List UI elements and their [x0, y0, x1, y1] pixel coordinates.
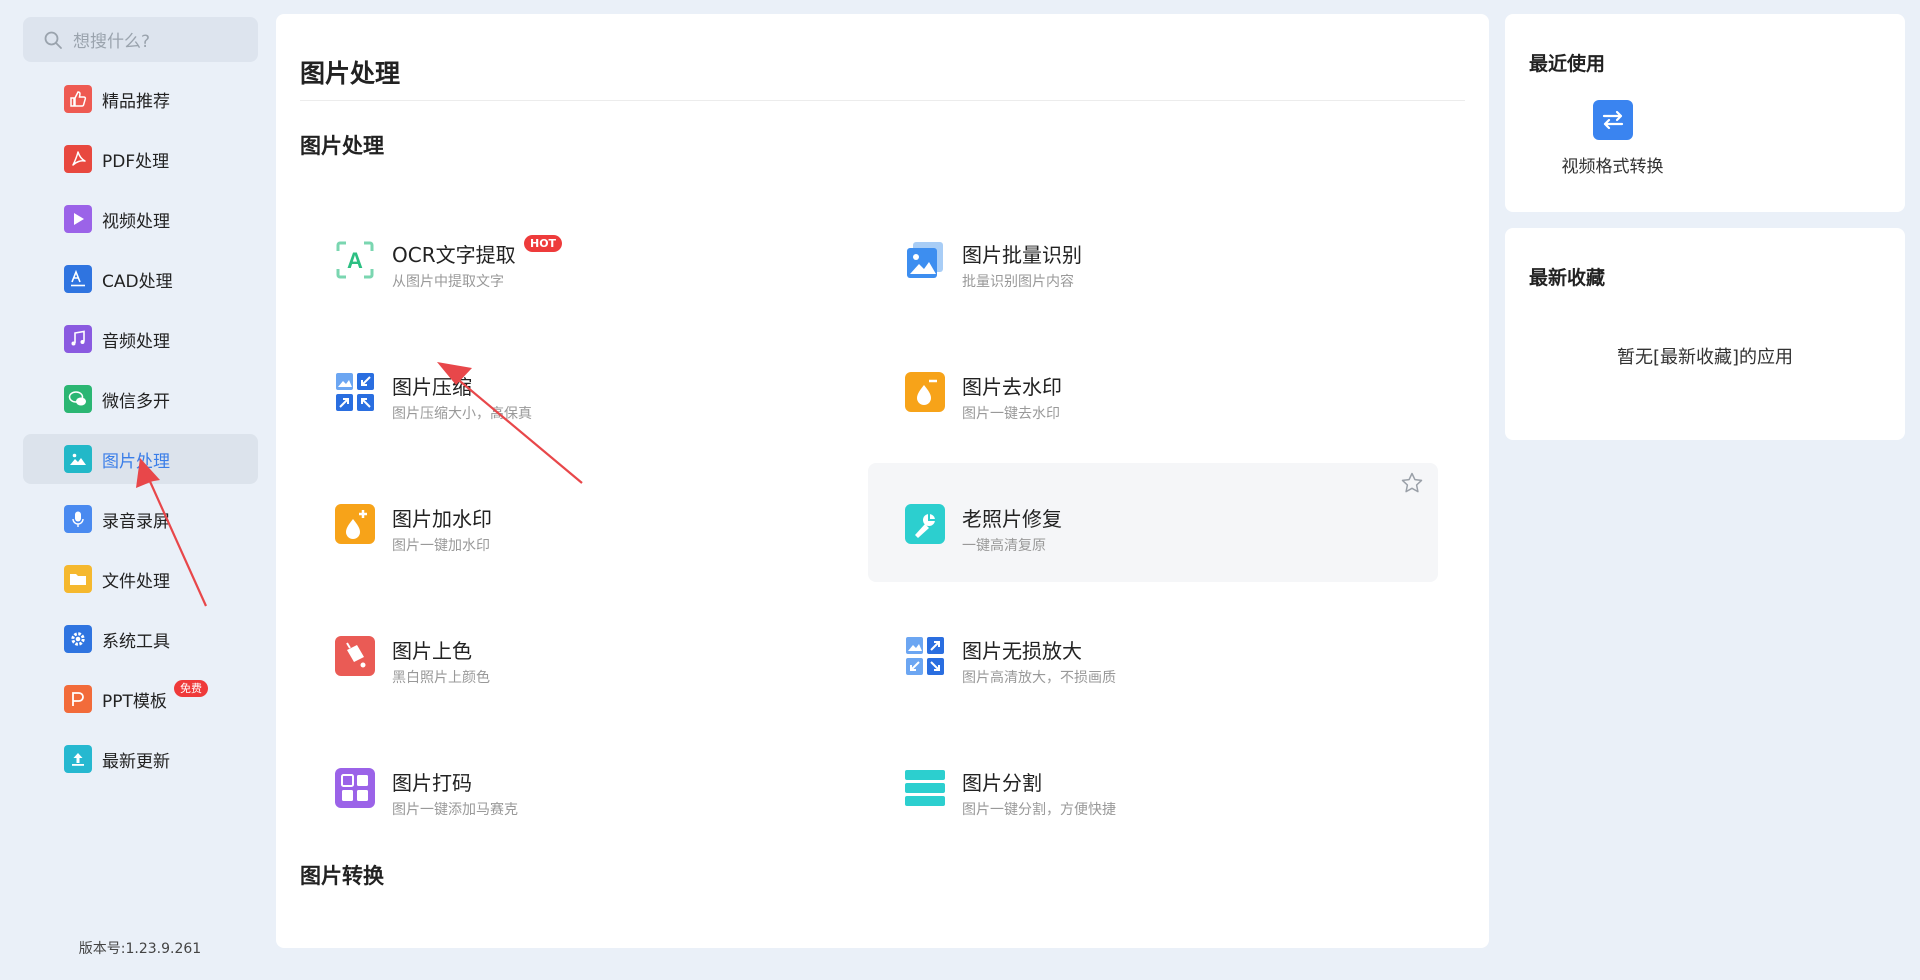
tool-name: 图片上色 — [392, 639, 472, 663]
tool-desc: 图片一键添加马赛克 — [392, 802, 518, 818]
tool-desc: 从图片中提取文字 — [392, 274, 504, 290]
sidebar-item-image[interactable]: 图片处理 — [23, 434, 258, 484]
add-watermark-icon — [335, 504, 375, 544]
sidebar-item-recording[interactable]: 录音录屏 — [23, 494, 258, 544]
sidebar-item-system[interactable]: 系统工具 — [23, 614, 258, 664]
sidebar-item-updates[interactable]: 最新更新 — [23, 734, 258, 784]
tool-name: 图片无损放大 — [962, 639, 1082, 663]
favorite-star-icon[interactable] — [1400, 471, 1424, 495]
tool-name: OCR文字提取 — [392, 243, 516, 267]
version-label: 版本号:1.23.9.261 — [78, 941, 202, 957]
main-panel: 图片处理 图片处理 A OCR文字提取 HOT 从图片中提取文字 图片批量识别 … — [276, 14, 1489, 948]
tool-desc: 图片一键分割，方便快捷 — [962, 802, 1116, 818]
colorize-icon — [335, 636, 375, 676]
ppt-icon — [64, 685, 92, 713]
ocr-icon: A — [335, 240, 375, 280]
batch-image-icon — [905, 240, 945, 280]
sidebar-item-video[interactable]: 视频处理 — [23, 194, 258, 244]
convert-icon — [1592, 100, 1633, 140]
section-title-image-processing: 图片处理 — [300, 134, 384, 158]
svg-text:A: A — [347, 248, 363, 273]
search-box[interactable]: 想搜什么? — [23, 17, 258, 62]
tool-name: 图片压缩 — [392, 375, 472, 399]
recent-title: 最近使用 — [1529, 53, 1606, 75]
section-title-image-conversion: 图片转换 — [300, 864, 384, 888]
sidebar-item-label: 录音录屏 — [102, 511, 170, 532]
sidebar-item-label: 音频处理 — [102, 331, 170, 352]
enlarge-icon — [905, 636, 945, 676]
sidebar-item-recommended[interactable]: 精品推荐 — [23, 74, 258, 124]
sidebar-nav: 精品推荐 PDF处理 视频处理 CAD处理 音频处理 微信多开 图片处理 录音录… — [23, 74, 258, 794]
play-icon — [64, 205, 92, 233]
sidebar-item-pdf[interactable]: PDF处理 — [23, 134, 258, 184]
sidebar-item-cad[interactable]: CAD处理 — [23, 254, 258, 304]
tool-compress[interactable]: 图片压缩 图片压缩大小，高保真 — [298, 331, 868, 450]
photo-repair-icon — [905, 504, 945, 544]
tool-name: 图片批量识别 — [962, 243, 1082, 267]
tool-desc: 批量识别图片内容 — [962, 274, 1074, 290]
tool-batch-recognition[interactable]: 图片批量识别 批量识别图片内容 — [868, 199, 1438, 318]
sidebar-item-audio[interactable]: 音频处理 — [23, 314, 258, 364]
sidebar-item-wechat[interactable]: 微信多开 — [23, 374, 258, 424]
tool-mosaic[interactable]: 图片打码 图片一键添加马赛克 — [298, 727, 868, 846]
tool-remove-watermark[interactable]: 图片去水印 图片一键去水印 — [868, 331, 1438, 450]
tool-desc: 一键高清复原 — [962, 538, 1046, 554]
tool-desc: 图片压缩大小，高保真 — [392, 406, 532, 422]
sidebar-item-label: 精品推荐 — [102, 91, 170, 112]
sidebar-item-label: 微信多开 — [102, 391, 170, 412]
tool-name: 老照片修复 — [962, 507, 1062, 531]
sidebar-item-label: CAD处理 — [102, 271, 173, 292]
tool-desc: 图片一键去水印 — [962, 406, 1060, 422]
tool-name: 图片去水印 — [962, 375, 1062, 399]
favorites-panel: 最新收藏 暂无[最新收藏]的应用 — [1505, 228, 1905, 440]
sidebar-item-label: PDF处理 — [102, 151, 170, 172]
sidebar-item-label: 图片处理 — [102, 451, 170, 472]
mosaic-icon — [335, 768, 375, 808]
tool-desc: 黑白照片上颜色 — [392, 670, 490, 686]
free-badge: 免费 — [174, 680, 208, 697]
split-icon — [905, 768, 945, 808]
sidebar-item-label: 文件处理 — [102, 571, 170, 592]
microphone-icon — [64, 505, 92, 533]
pdf-icon — [64, 145, 92, 173]
favorites-title: 最新收藏 — [1529, 267, 1606, 289]
tool-add-watermark[interactable]: 图片加水印 图片一键加水印 — [298, 463, 868, 582]
wechat-icon — [64, 385, 92, 413]
tool-colorize[interactable]: 图片上色 黑白照片上颜色 — [298, 595, 868, 714]
upload-icon — [64, 745, 92, 773]
image-icon — [64, 445, 92, 473]
sidebar: 想搜什么? 精品推荐 PDF处理 视频处理 CAD处理 音频处理 微信多开 图片… — [0, 0, 270, 980]
tool-name: 图片打码 — [392, 771, 472, 795]
sidebar-item-label: 系统工具 — [102, 631, 170, 652]
gear-icon — [64, 625, 92, 653]
tool-desc: 图片一键加水印 — [392, 538, 490, 554]
tool-enlarge[interactable]: 图片无损放大 图片高清放大，不损画质 — [868, 595, 1438, 714]
search-icon — [44, 31, 62, 49]
remove-watermark-icon — [905, 372, 945, 412]
sidebar-item-file[interactable]: 文件处理 — [23, 554, 258, 604]
title-divider — [300, 100, 1465, 101]
sidebar-item-label: 最新更新 — [102, 751, 170, 772]
tool-photo-repair[interactable]: 老照片修复 一键高清复原 — [868, 463, 1438, 582]
folder-icon — [64, 565, 92, 593]
tool-split[interactable]: 图片分割 图片一键分割，方便快捷 — [868, 727, 1438, 846]
search-placeholder: 想搜什么? — [73, 32, 151, 52]
sidebar-item-ppt[interactable]: PPT模板 免费 — [23, 674, 258, 724]
tool-name: 图片分割 — [962, 771, 1042, 795]
hot-badge: HOT — [524, 235, 563, 252]
tool-name: 图片加水印 — [392, 507, 492, 531]
page-title: 图片处理 — [300, 59, 401, 88]
tool-desc: 图片高清放大，不损画质 — [962, 670, 1116, 686]
recent-app-video-convert[interactable]: 视频格式转换 — [1555, 100, 1670, 177]
favorites-empty-text: 暂无[最新收藏]的应用 — [1616, 347, 1794, 368]
recent-app-label: 视频格式转换 — [1561, 157, 1664, 177]
thumbs-up-icon — [64, 85, 92, 113]
tool-ocr[interactable]: A OCR文字提取 HOT 从图片中提取文字 — [298, 199, 868, 318]
compress-icon — [335, 372, 375, 412]
sidebar-item-label: PPT模板 — [102, 691, 167, 712]
recent-panel: 最近使用 视频格式转换 — [1505, 14, 1905, 212]
music-icon — [64, 325, 92, 353]
cad-icon — [64, 265, 92, 293]
sidebar-item-label: 视频处理 — [102, 211, 170, 232]
